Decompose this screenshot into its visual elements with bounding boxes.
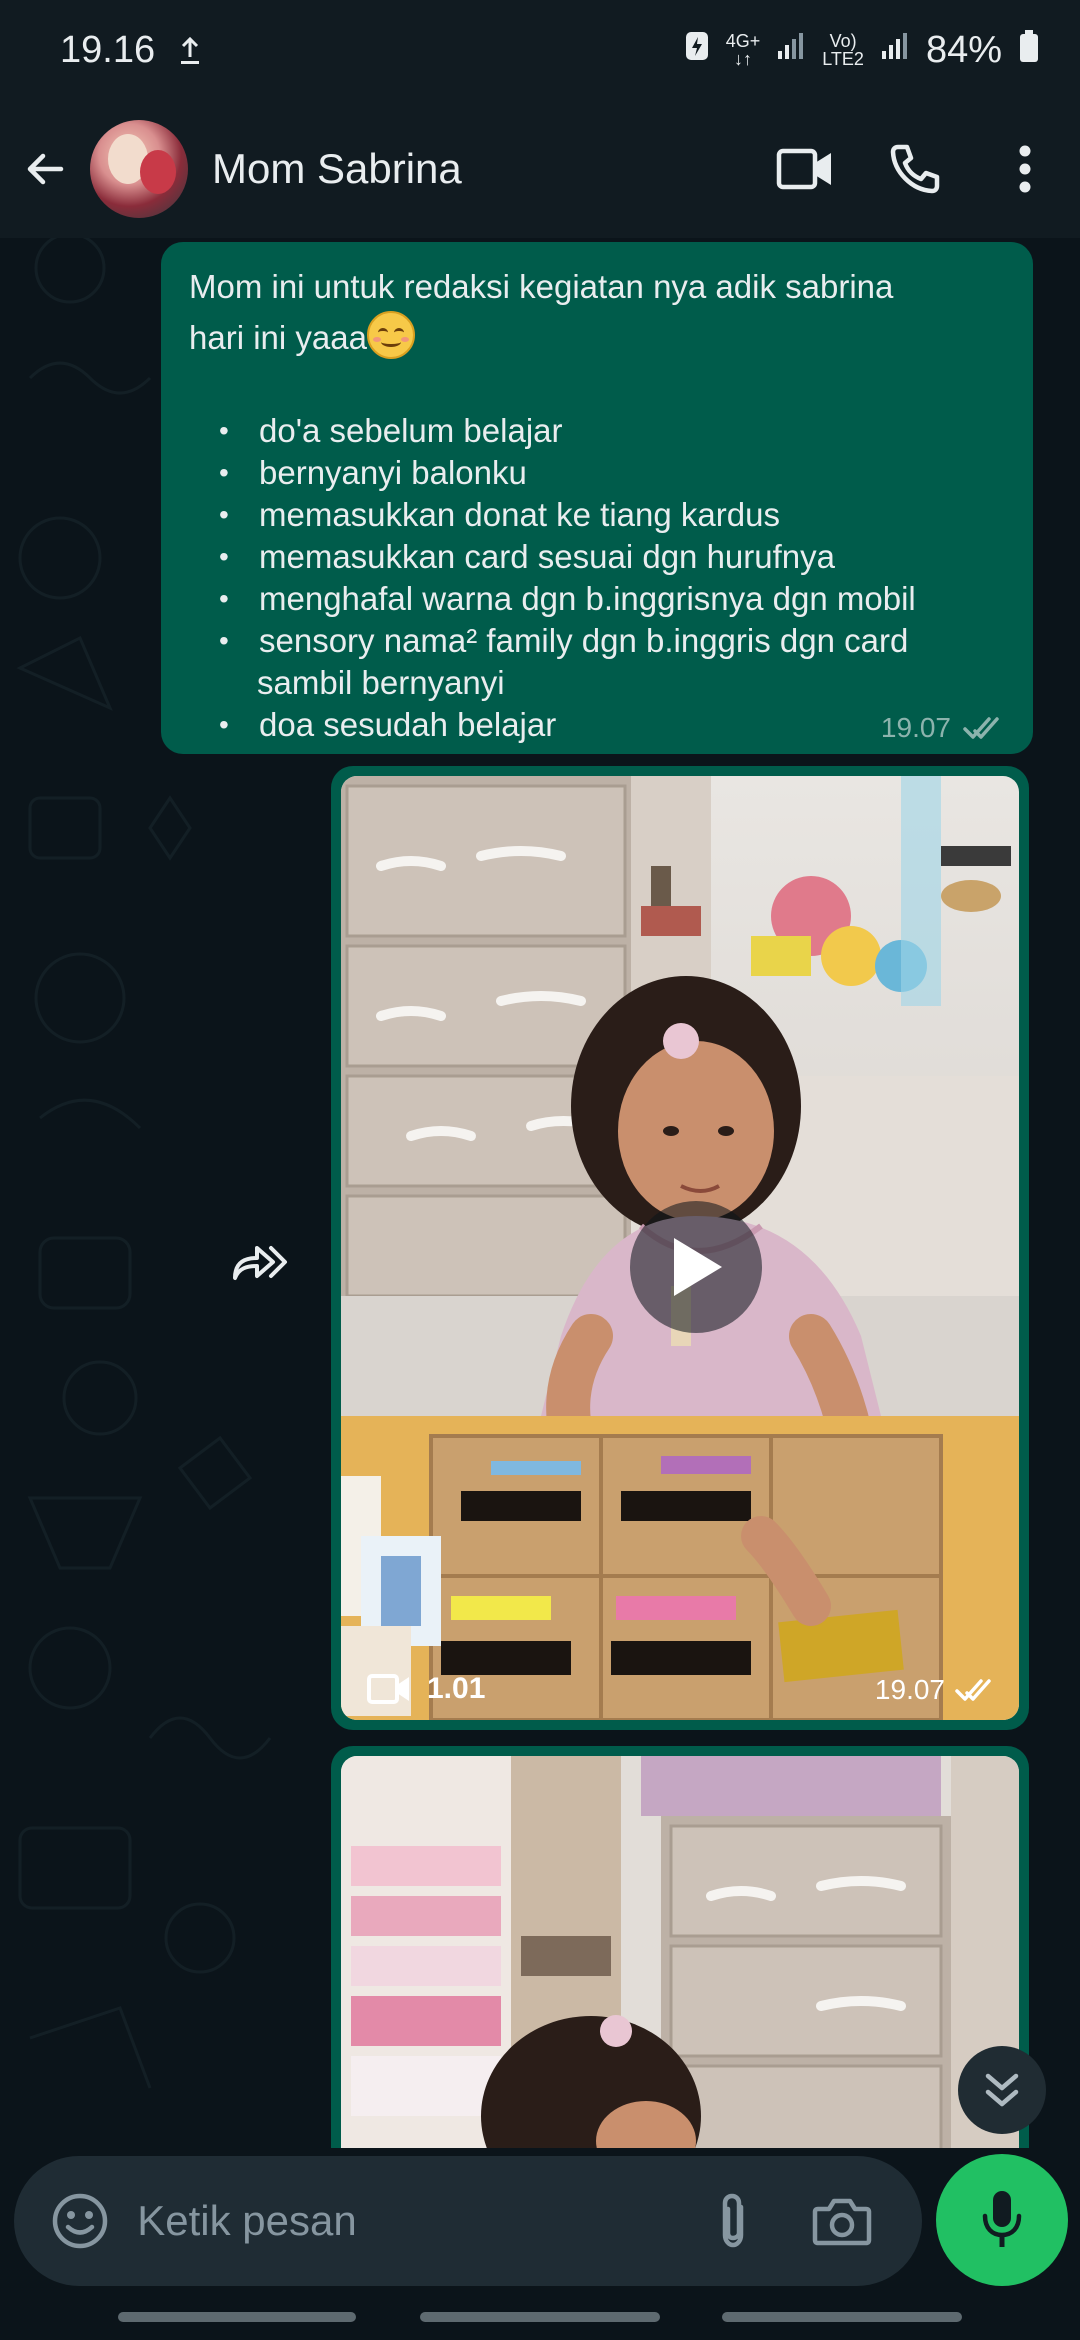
nav-back-handle[interactable] [722, 2312, 962, 2322]
play-icon [674, 1238, 722, 1296]
network-indicator-2: Vo) LTE2 [822, 32, 864, 68]
status-time: 19.16 [60, 28, 156, 71]
contact-name[interactable]: Mom Sabrina [212, 145, 462, 193]
message-input[interactable] [137, 2181, 679, 2261]
upload-icon [177, 33, 203, 67]
video-camera-icon [367, 1674, 409, 1704]
signal-icon [776, 31, 806, 70]
voice-call-button[interactable] [860, 119, 970, 219]
video-message-meta: 19.07 [875, 1674, 999, 1706]
emoji-button[interactable] [40, 2181, 119, 2261]
list-item: memasukkan card sesuai dgn hurufnya [189, 536, 1005, 578]
message-input-bar [14, 2156, 922, 2286]
back-arrow-icon [27, 153, 64, 185]
nav-recents-handle[interactable] [118, 2312, 356, 2322]
back-button[interactable] [0, 100, 90, 238]
battery-percentage: 84% [925, 28, 1002, 71]
avatar[interactable] [90, 120, 188, 218]
video-call-button[interactable] [750, 119, 860, 219]
forward-icon [233, 1246, 287, 1280]
paperclip-icon [722, 2193, 743, 2248]
message-intro: Mom ini untuk redaksi kegiatan nya adik … [189, 262, 1005, 362]
message-intro-line-1: Mom ini untuk redaksi kegiatan nya adik … [189, 268, 894, 305]
play-button[interactable] [630, 1201, 762, 1333]
camera-button[interactable] [787, 2181, 896, 2261]
list-item: sensory nama² family dgn b.inggris dgn c… [189, 620, 1005, 704]
message-meta: 19.07 [881, 712, 1009, 744]
camera-icon [812, 2198, 871, 2246]
forward-button[interactable] [222, 1224, 298, 1300]
more-options-button[interactable] [970, 119, 1080, 219]
status-bar: 19.16 4G+ ↓↑ Vo) LTE2 84% [0, 0, 1080, 100]
list-item-continuation: sambil bernyanyi [257, 664, 505, 701]
battery-saver-icon [684, 29, 710, 72]
double-check-icon [963, 717, 999, 739]
video-thumbnail-2[interactable] [341, 1756, 1019, 2148]
message-time: 19.07 [880, 712, 951, 743]
video-duration: 1.01 [367, 1672, 485, 1706]
battery-icon [1018, 29, 1040, 72]
nav-home-handle[interactable] [420, 2312, 660, 2322]
video-thumbnail[interactable]: 1.01 19.07 [341, 776, 1019, 1720]
double-check-icon [955, 1679, 991, 1701]
signal-icon-2 [880, 31, 910, 70]
emoji-icon [52, 2193, 107, 2249]
network-1-label: 4G+ [725, 31, 761, 51]
more-vert-icon [1019, 145, 1031, 193]
list-item: bernyanyi balonku [189, 452, 1005, 494]
list-item: do'a sebelum belajar [189, 410, 1005, 452]
network-2-label: Vo) [829, 31, 857, 51]
outgoing-video-message[interactable]: 1.01 19.07 [331, 766, 1029, 1730]
video-duration-text: 1.01 [427, 1672, 486, 1705]
system-navigation-bar [0, 2296, 1080, 2340]
list-item-text: sensory nama² family dgn b.inggris dgn c… [259, 622, 909, 659]
list-item: menghafal warna dgn b.inggrisnya dgn mob… [189, 578, 1005, 620]
message-intro-line-2: hari ini yaaa [189, 319, 367, 356]
voice-call-icon [890, 144, 940, 194]
double-chevron-down-icon [985, 2073, 1019, 2107]
chat-header: Mom Sabrina [0, 100, 1080, 238]
network-indicator-1: 4G+ ↓↑ [726, 32, 761, 68]
list-item: memasukkan donat ke tiang kardus [189, 494, 1005, 536]
message-time: 19.07 [874, 1674, 945, 1705]
network-1-arrows: ↓↑ [733, 49, 752, 69]
video-thumbnail-2-image [341, 1756, 1019, 2148]
chat-area[interactable]: Mom ini untuk redaksi kegiatan nya adik … [0, 238, 1080, 2148]
microphone-icon [982, 2191, 1022, 2247]
network-2-type: LTE2 [822, 49, 864, 69]
attach-button[interactable] [678, 2181, 787, 2261]
smiling-face-emoji-icon [366, 311, 415, 359]
voice-message-button[interactable] [936, 2154, 1068, 2286]
scroll-to-bottom-button[interactable] [958, 2046, 1046, 2134]
outgoing-video-message-2[interactable] [331, 1746, 1029, 2148]
activity-list: do'a sebelum belajar bernyanyi balonku m… [189, 410, 1005, 746]
video-call-icon [776, 148, 831, 190]
outgoing-text-message[interactable]: Mom ini untuk redaksi kegiatan nya adik … [161, 242, 1033, 754]
